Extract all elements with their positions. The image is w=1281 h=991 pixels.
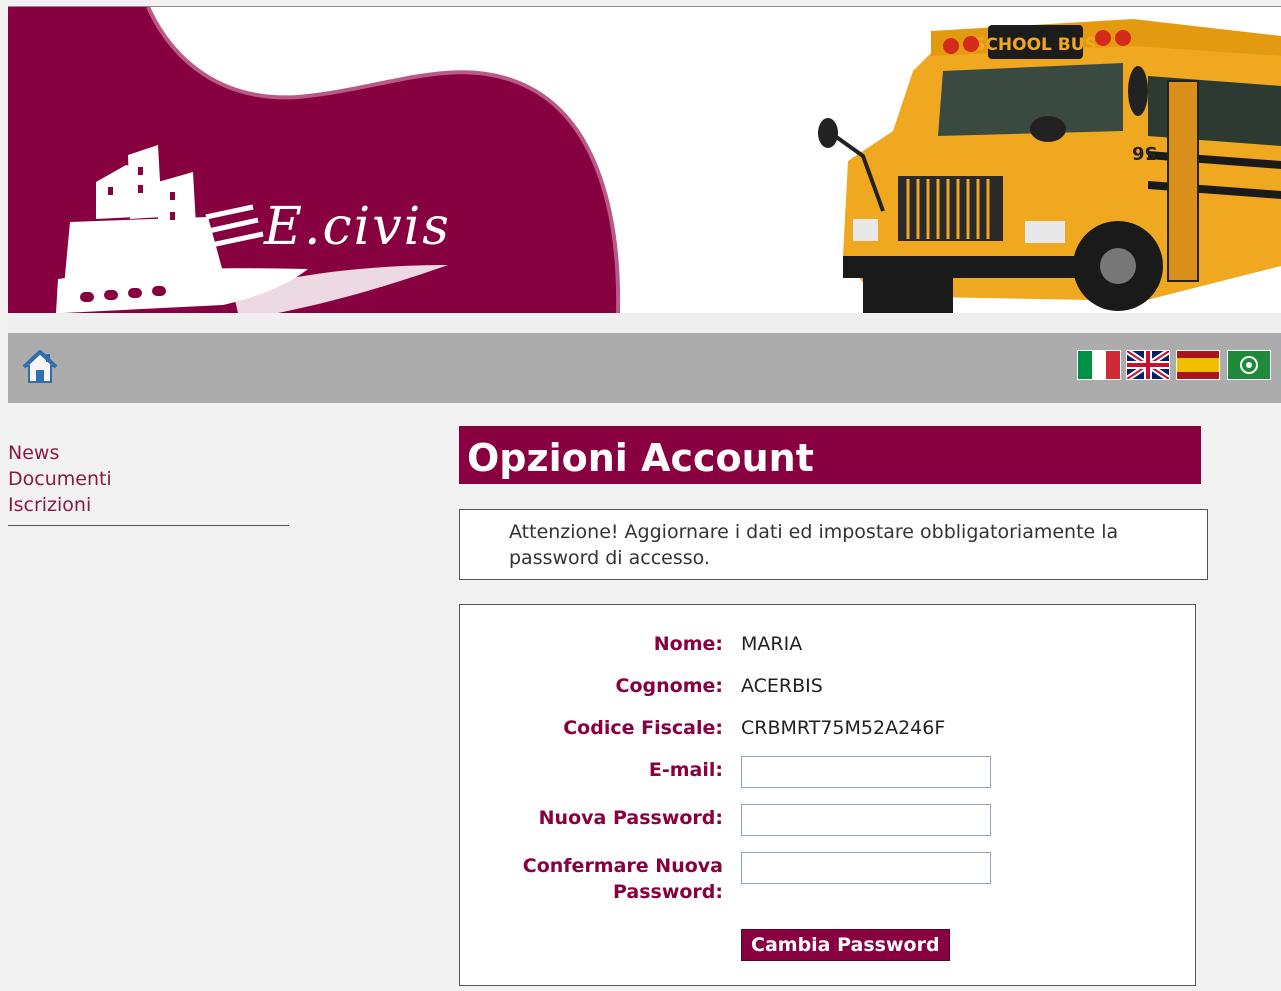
new-password-field[interactable] xyxy=(741,804,991,836)
bus-door xyxy=(1167,80,1199,282)
sidebar-item-news[interactable]: News xyxy=(8,440,289,466)
school-bus-image: SCHOOL BUS 56 xyxy=(818,19,1281,313)
bus-windshield xyxy=(938,63,1123,136)
navbar xyxy=(8,333,1281,403)
confirm-password-field[interactable] xyxy=(741,852,991,884)
flag-spain-icon[interactable] xyxy=(1176,350,1220,380)
bus-wheel-hub xyxy=(1100,248,1136,284)
sidebar: News Documenti Iscrizioni xyxy=(8,440,289,518)
bus-sign-text: SCHOOL BUS xyxy=(973,35,1097,55)
cognome-value: ACERBIS xyxy=(741,675,823,697)
bus-mirror xyxy=(1030,116,1066,142)
bus-wheel-front xyxy=(863,276,953,313)
new-password-label: Nuova Password: xyxy=(538,807,723,829)
cambia-password-button[interactable]: Cambia Password xyxy=(741,929,950,961)
sidebar-item-iscrizioni[interactable]: Iscrizioni xyxy=(8,492,289,518)
bus-headlight xyxy=(1025,221,1065,243)
bus-mirror xyxy=(818,118,838,148)
account-form: Nome: MARIA Cognome: ACERBIS Codice Fisc… xyxy=(459,604,1196,986)
codice-fiscale-value: CRBMRT75M52A246F xyxy=(741,717,946,739)
bus-bumper xyxy=(843,256,1083,278)
bus-light xyxy=(1095,30,1111,46)
bus-headlight xyxy=(853,219,878,241)
header-banner: E.civis SCHOOL BUS 56 xyxy=(8,7,1281,313)
header-spacer xyxy=(8,313,1281,333)
confirm-password-label: Confermare Nuova Password: xyxy=(522,855,723,903)
sidebar-item-documenti[interactable]: Documenti xyxy=(8,466,289,492)
bus-light xyxy=(943,38,959,54)
codice-fiscale-label: Codice Fiscale: xyxy=(563,717,723,739)
bus-light xyxy=(963,36,979,52)
logo-graphic xyxy=(8,7,621,313)
sidebar-divider xyxy=(8,525,289,526)
flag-arabic-icon[interactable] xyxy=(1227,350,1271,380)
flag-uk-icon[interactable] xyxy=(1126,350,1170,380)
notice-text: Attenzione! Aggiornare i dati ed imposta… xyxy=(509,521,1119,569)
bus-mirror xyxy=(1128,66,1148,116)
email-field[interactable] xyxy=(741,756,991,788)
home-icon[interactable] xyxy=(22,349,58,385)
cognome-label: Cognome: xyxy=(615,675,723,697)
notice-box: Attenzione! Aggiornare i dati ed imposta… xyxy=(459,509,1208,580)
page-title: Opzioni Account xyxy=(459,426,1201,484)
bus-number: 56 xyxy=(1132,142,1157,163)
nome-label: Nome: xyxy=(653,633,723,655)
bus-light xyxy=(1115,30,1131,46)
email-label: E-mail: xyxy=(648,759,723,781)
flag-italy-icon[interactable] xyxy=(1077,350,1121,380)
logo-text: E.civis xyxy=(264,197,451,257)
nome-value: MARIA xyxy=(741,633,803,655)
